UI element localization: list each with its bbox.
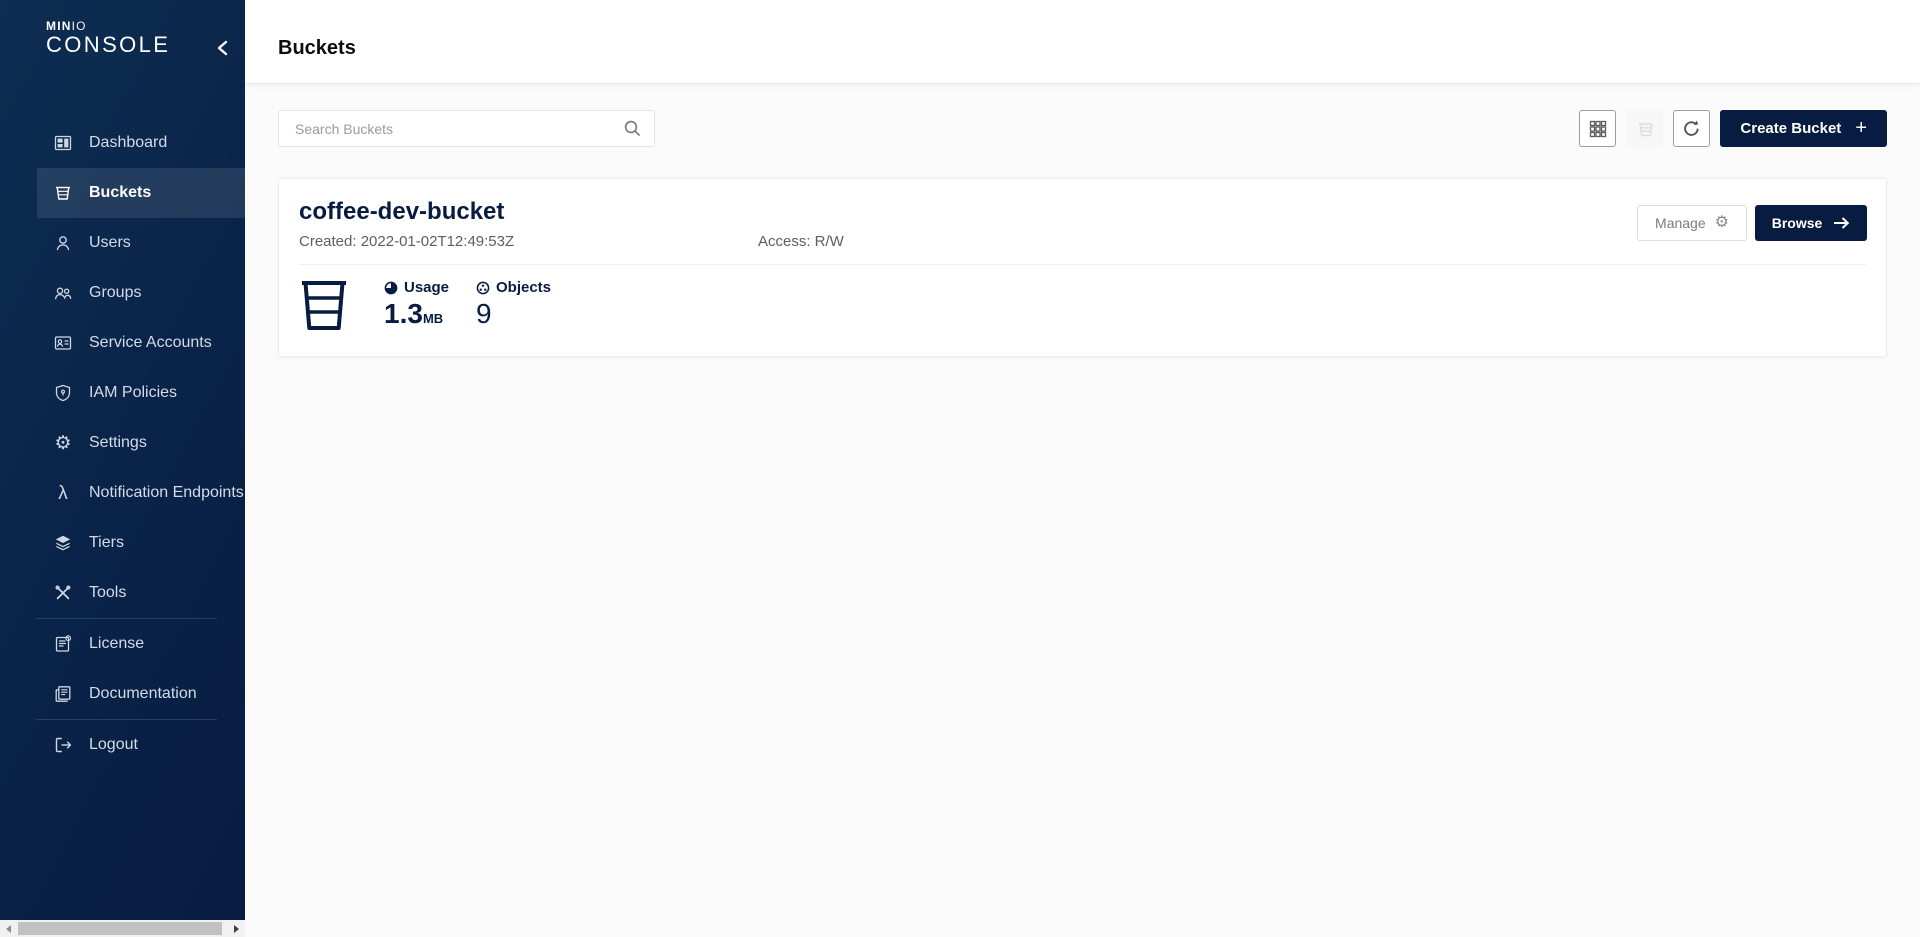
sidebar-item-label: License [89,635,144,653]
scrollbar-track[interactable] [17,920,228,937]
scroll-right-icon [234,925,239,933]
sidebar-item-users[interactable]: Users [0,218,245,268]
sidebar-item-notification-endpoints[interactable]: λ Notification Endpoints [0,468,245,518]
grid-view-button[interactable] [1579,110,1616,147]
sidebar-item-label: Service Accounts [89,334,212,352]
search-icon [623,119,642,138]
sidebar-item-label: Tools [89,584,126,602]
search-box [278,110,655,147]
create-bucket-button[interactable]: Create Bucket + [1720,110,1887,147]
scroll-right-button[interactable] [228,920,245,937]
usage-label: Usage [404,279,449,296]
objects-icon [476,281,490,295]
scrollbar-thumb[interactable] [18,922,222,935]
sidebar-item-buckets[interactable]: Buckets [0,168,245,218]
bucket-name-link[interactable]: coffee-dev-bucket [299,198,504,226]
bucket-list-icon [1634,118,1656,140]
chevron-left-icon [216,40,229,56]
search-input[interactable] [293,120,623,138]
sidebar-item-label: Buckets [89,184,151,202]
shield-icon [53,383,73,403]
bucket-card: coffee-dev-bucket Created: 2022-01-02T12… [278,178,1887,357]
usage-metric-label-row: Usage [384,279,456,296]
sidebar-item-label: Documentation [89,685,197,703]
sidebar-item-logout[interactable]: Logout [0,720,245,770]
gear-icon: ⚙ [53,433,73,453]
book-icon [53,684,73,704]
page-title: Buckets [278,37,356,60]
minio-console-logo: MINIO CONSOLE [0,0,245,56]
sidebar-item-label: Settings [89,434,147,452]
logo-brand: MINIO [46,20,245,32]
browse-button[interactable]: Browse [1755,205,1867,241]
sidebar-item-license[interactable]: License [0,619,245,669]
sidebar-item-service-accounts[interactable]: Service Accounts [0,318,245,368]
usage-icon [384,281,398,295]
sidebar-item-label: Logout [89,736,138,754]
browse-label: Browse [1772,215,1823,231]
logo-brand-thin: IO [72,19,87,33]
gear-icon: ⚙ [1715,215,1729,231]
usage-value: 1.3MB [384,299,456,330]
scroll-left-icon [6,925,11,933]
logo-brand-bold: MIN [46,19,72,33]
usage-metric: Usage 1.3MB [384,279,456,330]
sidebar-item-tiers[interactable]: Tiers [0,518,245,568]
layers-icon [53,533,73,553]
sidebar-item-label: Users [89,234,131,252]
plus-icon: + [1855,118,1867,138]
bucket-icon [299,279,349,332]
sidebar-item-label: Dashboard [89,134,167,152]
bucket-created: Created: 2022-01-02T12:49:53Z [299,233,758,250]
arrow-right-icon [1833,216,1850,230]
manage-button[interactable]: Manage ⚙ [1637,205,1747,241]
users-icon [53,233,73,253]
sidebar-item-documentation[interactable]: Documentation [0,669,245,719]
page-header: Buckets [245,0,1920,84]
sidebar-horizontal-scrollbar [0,920,245,937]
buckets-icon [53,183,73,203]
bucket-card-actions: Manage ⚙ Browse [1637,205,1867,241]
main: Create Bucket + coffee-dev-bucket Create… [245,85,1920,937]
collapse-sidebar-button[interactable] [212,38,232,58]
buckets-toolbar: Create Bucket + [278,110,1887,147]
objects-label: Objects [496,279,551,296]
sidebar: MINIO CONSOLE Dashboard Buckets Users [0,0,245,920]
sidebar-item-label: Tiers [89,534,124,552]
sidebar-item-tools[interactable]: Tools [0,568,245,618]
license-icon [53,634,73,654]
sidebar-item-settings[interactable]: ⚙ Settings [0,418,245,468]
scroll-left-button[interactable] [0,920,17,937]
service-accounts-icon [53,333,73,353]
logout-icon [53,735,73,755]
sidebar-item-iam-policies[interactable]: IAM Policies [0,368,245,418]
tools-icon [53,583,73,603]
groups-icon [53,283,73,303]
grid-view-icon [1588,119,1608,139]
list-view-button[interactable] [1626,110,1663,147]
dashboard-icon [53,133,73,153]
sidebar-item-dashboard[interactable]: Dashboard [0,118,245,168]
create-bucket-label: Create Bucket [1740,120,1841,137]
manage-label: Manage [1655,215,1706,231]
objects-metric-label-row: Objects [476,279,551,296]
usage-unit: MB [423,311,443,326]
objects-value: 9 [476,299,551,330]
sidebar-item-label: Groups [89,284,141,302]
sidebar-menu: Dashboard Buckets Users Groups Service A… [0,118,245,770]
bucket-meta-row: Created: 2022-01-02T12:49:53Z Access: R/… [299,233,1866,250]
objects-metric: Objects 9 [476,279,551,330]
sidebar-item-groups[interactable]: Groups [0,268,245,318]
sidebar-item-label: IAM Policies [89,384,177,402]
refresh-button[interactable] [1673,110,1710,147]
sidebar-item-label: Notification Endpoints [89,484,244,502]
refresh-icon [1681,118,1702,139]
lambda-icon: λ [53,483,73,503]
bucket-access: Access: R/W [758,233,844,250]
toolbar-actions: Create Bucket + [1579,110,1887,147]
bucket-card-body: Usage 1.3MB Objects 9 [279,265,1886,356]
